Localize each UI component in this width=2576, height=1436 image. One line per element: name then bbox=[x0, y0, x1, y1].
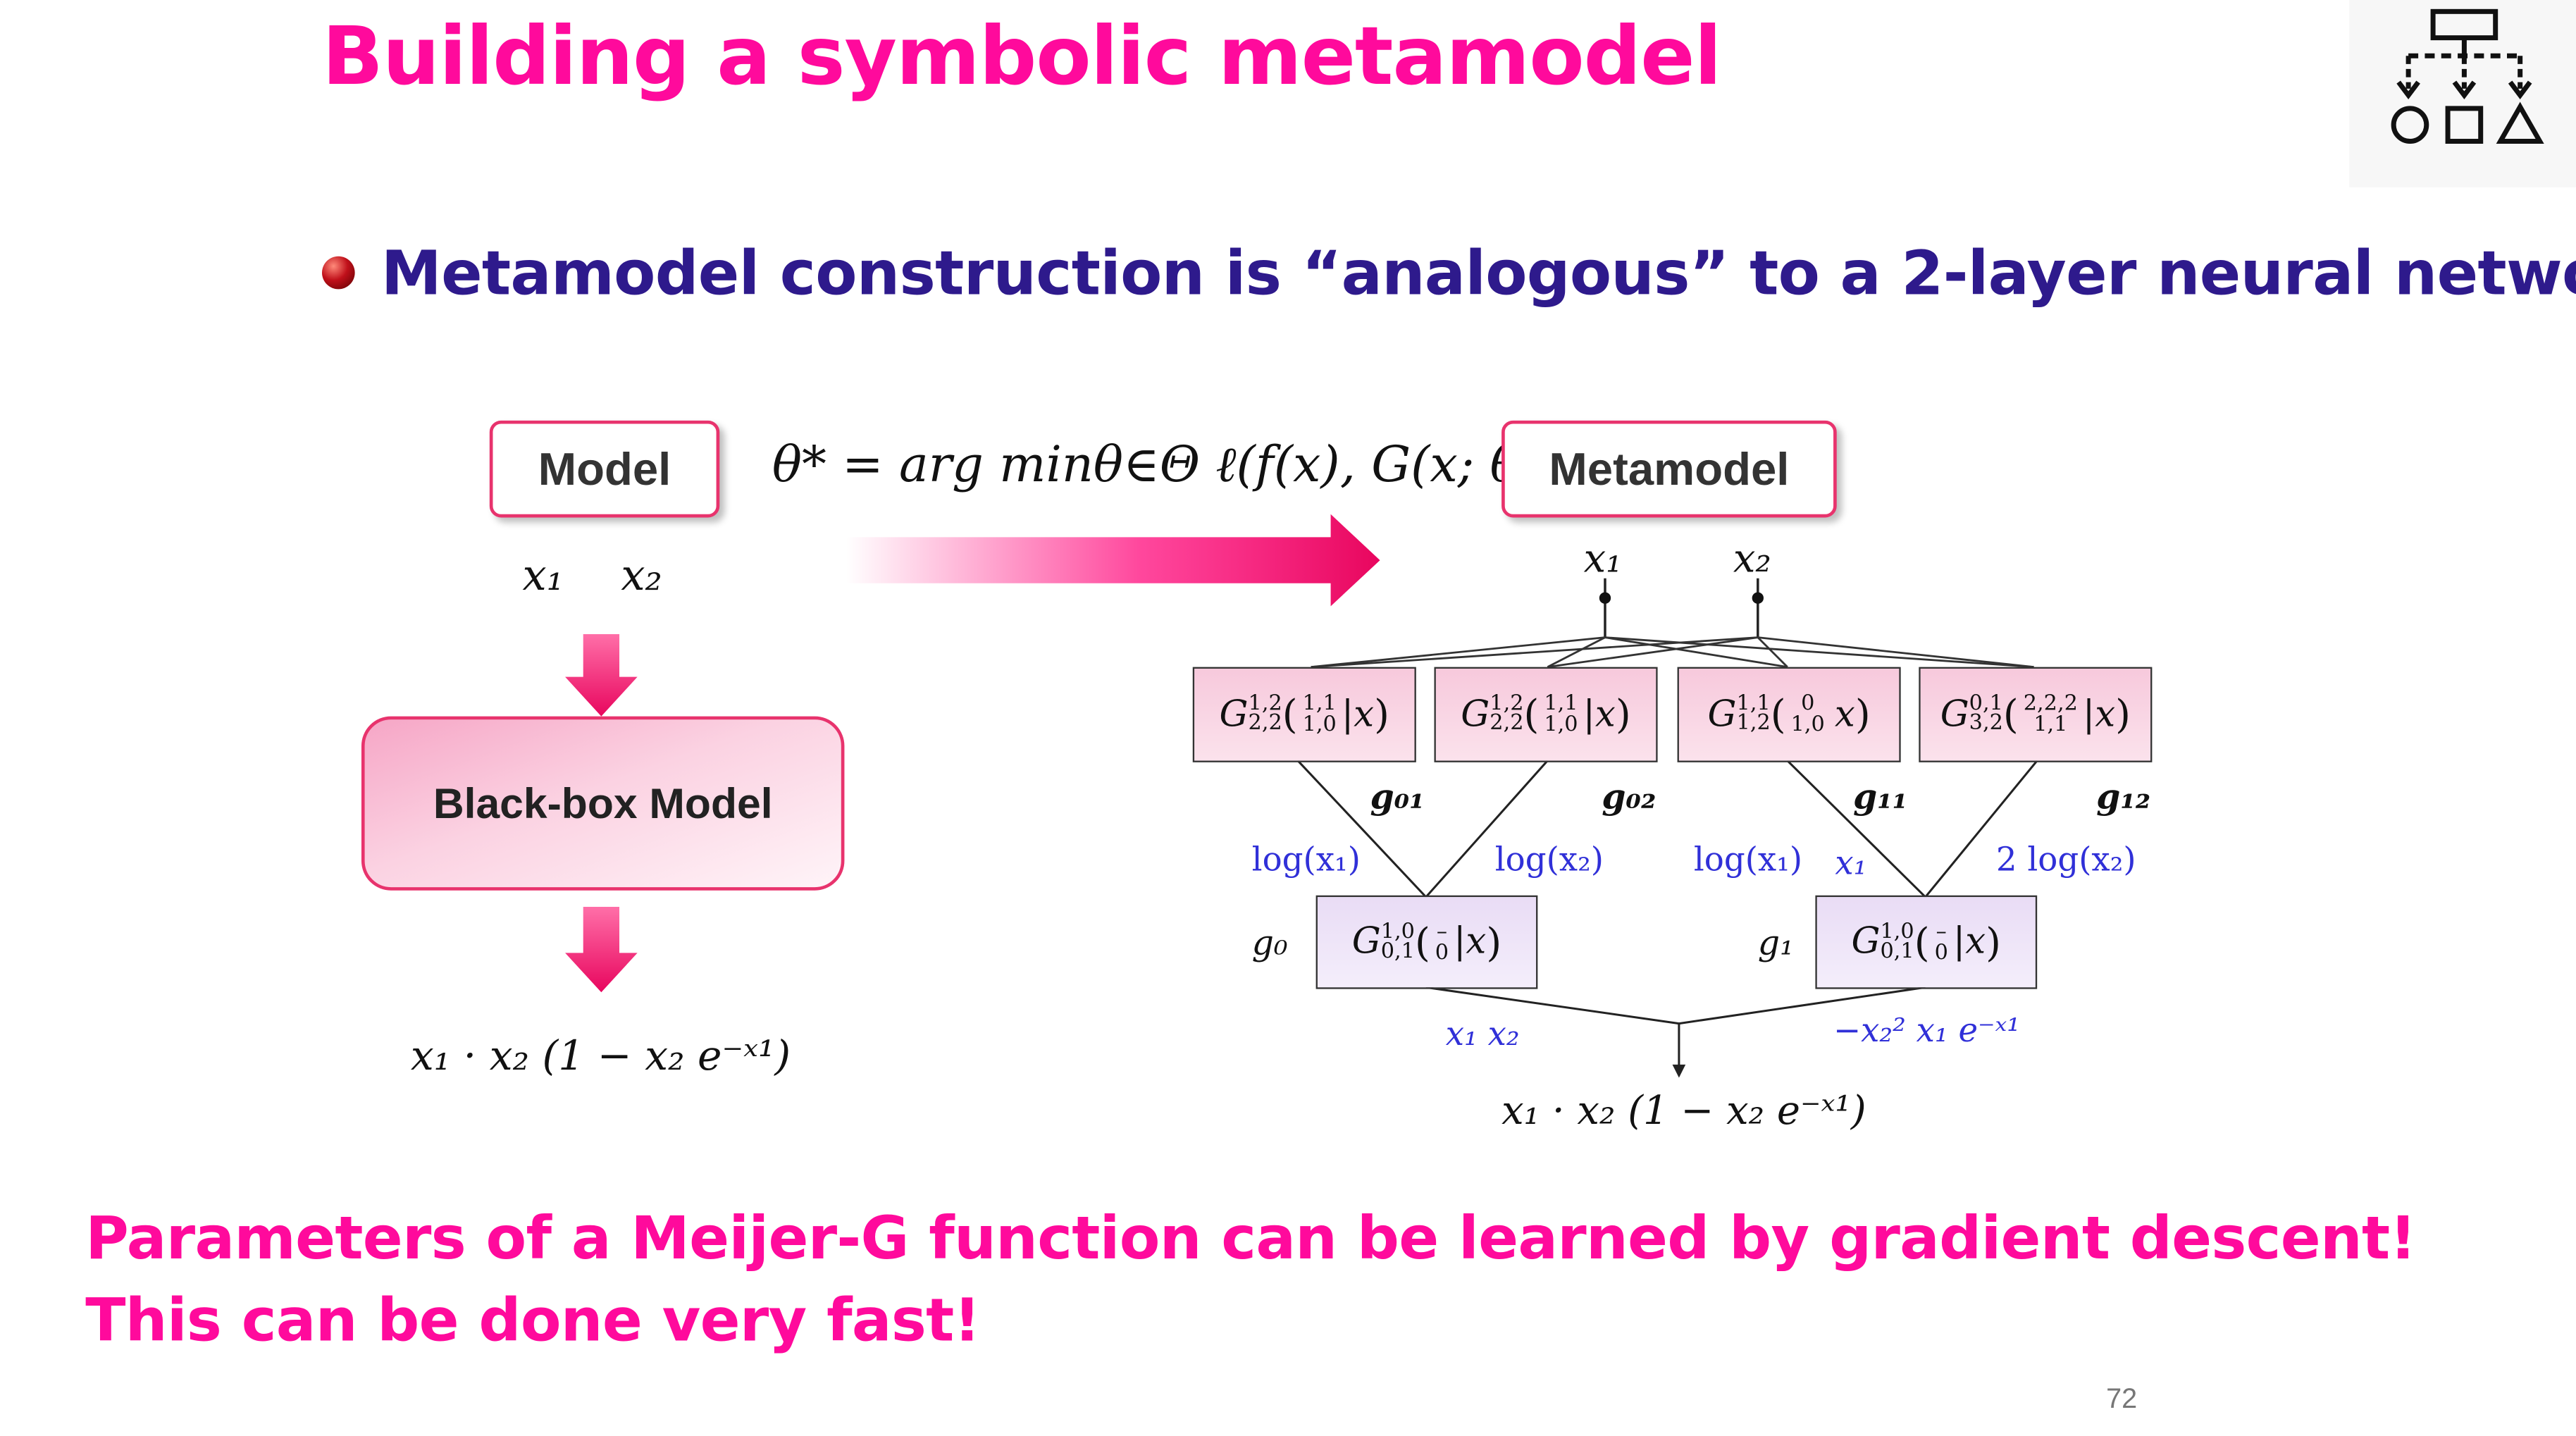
edge-label-log-x1-b: log(x₁) bbox=[1693, 839, 1803, 879]
footer-line-1: Parameters of a Meijer-G function can be… bbox=[85, 1206, 2417, 1273]
left-input-x1: x₁ bbox=[522, 552, 564, 602]
meijer-g-box-11: G 1,1 1,2 (0 1,0 x) bbox=[1677, 667, 1901, 762]
label-g11: g₁₁ bbox=[1853, 775, 1908, 817]
output-term-2: −x₂² x₁ e⁻ˣ¹ bbox=[1833, 1010, 2020, 1050]
label-g12: g₁₂ bbox=[2096, 775, 2151, 817]
page-number: 72 bbox=[2106, 1383, 2138, 1415]
meijer-g-box-g1: G 1,0 0,1 (–0 | x) bbox=[1815, 895, 2038, 989]
meijer-g-box-02: G 1,2 2,2 (1,1 1,0 | x) bbox=[1434, 667, 1658, 762]
model-box: Model bbox=[489, 420, 720, 518]
blackbox-model-box: Black-box Model bbox=[361, 716, 845, 891]
meijer-g-box-g0: G 1,0 0,1 (–0 | x) bbox=[1315, 895, 1538, 989]
label-g01: g₀₁ bbox=[1370, 775, 1425, 817]
model-label: Model bbox=[538, 442, 671, 494]
output-term-1: x₁ x₂ bbox=[1445, 1013, 1520, 1053]
left-input-x2: x₂ bbox=[621, 552, 662, 602]
left-output-formula: x₁ · x₂ (1 − x₂ e⁻ˣ¹) bbox=[410, 1032, 791, 1079]
right-input-x1: x₁ bbox=[1583, 536, 1622, 582]
edge-label-log-x2: log(x₂) bbox=[1494, 839, 1604, 879]
label-g02: g₀₂ bbox=[1602, 775, 1657, 817]
edge-label-x1: x₁ bbox=[1835, 843, 1867, 883]
right-input-x2: x₂ bbox=[1733, 536, 1771, 582]
meijer-g-box-12: G 0,1 3,2 (2,2,2 1,1 | x) bbox=[1919, 667, 2153, 762]
blackbox-label: Black-box Model bbox=[433, 778, 773, 827]
label-g0: g₀ bbox=[1251, 923, 1288, 963]
edge-label-log-x1-a: log(x₁) bbox=[1251, 839, 1361, 879]
objective-formula: θ* = arg minθ∈Θ ℓ(f(x), G(x; θ)) bbox=[772, 437, 1559, 495]
meijer-g-box-01: G 1,2 2,2 (1,1 1,0 | x) bbox=[1192, 667, 1416, 762]
label-g1: g₁ bbox=[1757, 923, 1794, 963]
slide: Building a symbolic metamodel Metamodel … bbox=[0, 0, 2576, 1436]
right-output-formula: x₁ · x₂ (1 − x₂ e⁻ˣ¹) bbox=[1501, 1087, 1866, 1134]
metamodel-label: Metamodel bbox=[1549, 442, 1790, 494]
edge-label-2log-x2: 2 log(x₂) bbox=[1995, 839, 2136, 879]
metamodel-box: Metamodel bbox=[1501, 420, 1837, 518]
footer-line-2: This can be done very fast! bbox=[85, 1287, 981, 1356]
